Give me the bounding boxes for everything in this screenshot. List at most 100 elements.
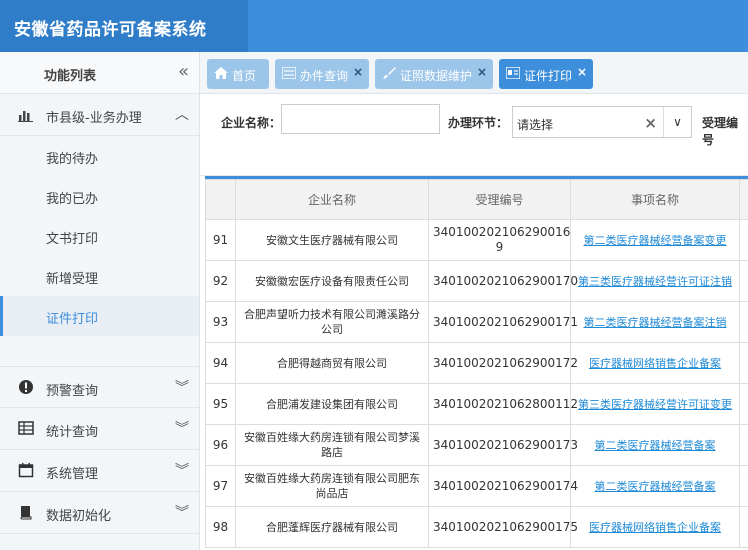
sidebar-item-done[interactable]: 我的已办	[0, 176, 199, 216]
tab-label: 证件打印	[524, 69, 573, 83]
item-name-link[interactable]: 第二类医疗器械经营备案	[595, 480, 716, 493]
company-name-input[interactable]	[281, 104, 440, 134]
sidebar-item-label: 我的待办	[46, 152, 99, 167]
close-tab-icon[interactable]: ×	[577, 65, 587, 79]
table-row[interactable]: 91 安徽文生医疗器械有限公司 340100202106290016​9 第二类医疗器…	[205, 219, 748, 261]
item-name-link[interactable]: 第三类医疗器械经营许可证变更	[578, 398, 732, 411]
accept-number-cell-container: 3401002021062900170	[428, 260, 578, 302]
table-header-row: 企业名称 受理编号 事项名称	[205, 179, 748, 220]
company-name-cell-container: 合肥浦发建设集团有限公司	[235, 383, 429, 425]
item-name-link-container: 第二类医疗器械经营备案	[570, 424, 740, 466]
sidebar-group-warning[interactable]: 预警查询 ︾	[0, 366, 199, 408]
chevron-down-icon: ︾	[175, 505, 189, 521]
table-row[interactable]: 97 安徽百姓缘大药房连锁有限公司肥东尚品店 3401002021062900174…	[205, 465, 748, 507]
company-name-cell: 安徽百姓缘大药房连锁有限公司梦溪路店	[244, 431, 420, 459]
tab-cert-print[interactable]: 证件打印 ×	[499, 59, 593, 89]
row-index-cell-container: 95	[205, 383, 236, 425]
company-name-cell-container: 合肥得越商贸有限公司	[235, 342, 429, 384]
extra-cell	[739, 260, 748, 302]
tab-bar: 首页 办件查询 × 证照数据维护 × 证件打印 ×	[200, 52, 748, 94]
title-bar: 安徽省药品许可备案系统	[0, 0, 248, 52]
sidebar-group-data-init[interactable]: 数据初始化 ︾	[0, 492, 199, 534]
company-name-cell: 安徽文生医疗器械有限公司	[266, 233, 398, 247]
chevron-down-icon[interactable]: ∨	[663, 107, 691, 137]
sidebar-group-business[interactable]: 市县级-业务办理 ︿	[0, 94, 199, 136]
column-header-extra	[739, 179, 748, 220]
app-header: 安徽省药品许可备案系统	[0, 0, 748, 52]
accept-number-cell-container: 3401002021062900174	[428, 465, 578, 507]
brush-icon	[382, 67, 396, 79]
accept-number-cell-container: 340100202106290016​9	[428, 219, 571, 261]
item-name-link[interactable]: 第三类医疗器械经营许可证注销	[578, 275, 732, 288]
accept-number-cell-container: 3401002021062900173	[428, 424, 578, 466]
table-row[interactable]: 94 合肥得越商贸有限公司 3401002021062900172 医疗器械网络销售企…	[205, 342, 748, 384]
book-icon	[18, 504, 34, 520]
item-name-link[interactable]: 第二类医疗器械经营备案注销	[584, 316, 727, 329]
row-index-cell: 98	[212, 519, 229, 534]
calendar-icon	[18, 462, 34, 478]
home-icon	[214, 67, 228, 79]
accept-number-cell: 3401002021062900175	[433, 519, 579, 534]
sidebar-item-label: 证件打印	[46, 312, 99, 327]
extra-cell	[739, 342, 748, 384]
row-index-cell: 93	[212, 314, 229, 329]
sidebar-group-label: 预警查询	[46, 384, 99, 399]
row-index-cell: 91	[212, 232, 229, 247]
column-header-index	[205, 179, 236, 220]
sidebar-item-label: 我的已办	[46, 192, 99, 207]
sidebar-group-system[interactable]: 系统管理 ︾	[0, 450, 199, 492]
row-index-cell: 96	[212, 437, 229, 452]
tab-case-query[interactable]: 办件查询 ×	[275, 59, 369, 89]
item-name-link[interactable]: 医疗器械网络销售企业备案	[589, 521, 721, 534]
extra-cell	[739, 301, 748, 343]
accept-number-cell: 3401002021062900171	[433, 314, 579, 329]
company-name-cell: 合肥声望听力技术有限公司濉溪路分公司	[244, 308, 420, 336]
table-grid-icon	[18, 420, 34, 436]
company-name-cell-container: 合肥蓬辉医疗器械有限公司	[235, 506, 429, 548]
column-header-company: 企业名称	[235, 179, 429, 220]
stage-select[interactable]: 请选择 × ∨	[512, 106, 692, 138]
accept-number-cell: 3401002021062900172	[433, 355, 579, 370]
row-index-cell-container: 96	[205, 424, 236, 466]
item-name-link[interactable]: 医疗器械网络销售企业备案	[589, 357, 721, 370]
table-body: 91 安徽文生医疗器械有限公司 340100202106290016​9 第二类医疗器…	[205, 219, 748, 548]
alert-circle-icon	[18, 379, 34, 395]
item-name-link-container: 医疗器械网络销售企业备案	[570, 342, 740, 384]
close-tab-icon[interactable]: ×	[353, 65, 363, 79]
table-row[interactable]: 92 安徽徽宏医疗设备有限责任公司 3401002021062900170 第三类医疗…	[205, 260, 748, 302]
stage-label: 办理环节：	[448, 116, 509, 130]
sidebar-group-stats[interactable]: 统计查询 ︾	[0, 408, 199, 450]
sidebar-item-new-accept[interactable]: 新增受理	[0, 256, 199, 296]
tab-license-maintain[interactable]: 证照数据维护 ×	[375, 59, 493, 89]
close-tab-icon[interactable]: ×	[477, 65, 487, 79]
results-table: 企业名称 受理编号 事项名称 91 安徽文生医疗器械有限公司 34010020210…	[205, 179, 748, 548]
sidebar-item-cert-print[interactable]: 证件打印	[0, 296, 199, 336]
accept-number-cell: 3401002021062900174	[433, 478, 579, 493]
company-name-cell-container: 安徽文生医疗器械有限公司	[235, 219, 429, 261]
sidebar-group-label: 市县级-业务办理	[46, 111, 142, 126]
tab-home[interactable]: 首页	[207, 59, 269, 89]
clear-icon[interactable]: ×	[644, 114, 657, 132]
sidebar-item-todo[interactable]: 我的待办	[0, 136, 199, 176]
company-name-cell: 安徽百姓缘大药房连锁有限公司肥东尚品店	[244, 472, 420, 500]
table-row[interactable]: 93 合肥声望听力技术有限公司濉溪路分公司 3401002021062900171 第…	[205, 301, 748, 343]
chevron-down-icon: ︾	[175, 380, 189, 396]
item-name-link[interactable]: 第二类医疗器械经营备案变更	[584, 234, 727, 247]
chevron-up-icon: ︿	[175, 107, 189, 123]
sidebar-item-label: 文书打印	[46, 232, 99, 247]
item-name-link[interactable]: 第二类医疗器械经营备案	[595, 439, 716, 452]
collapse-sidebar-icon[interactable]: «	[178, 61, 189, 82]
chevron-down-icon: ︾	[175, 421, 189, 437]
list-icon	[281, 66, 297, 80]
sidebar-item-doc-print[interactable]: 文书打印	[0, 216, 199, 256]
company-name-cell: 合肥浦发建设集团有限公司	[266, 397, 398, 411]
table-row[interactable]: 95 合肥浦发建设集团有限公司 3401002021062800112 第三类医疗器械…	[205, 383, 748, 425]
table-row[interactable]: 96 安徽百姓缘大药房连锁有限公司梦溪路店 3401002021062900173 第…	[205, 424, 748, 466]
sidebar-header: 功能列表 «	[0, 52, 199, 94]
extra-cell	[739, 383, 748, 425]
extra-cell	[739, 219, 748, 261]
accept-number-cell-container: 3401002021062900171	[428, 301, 578, 343]
table-row[interactable]: 98 合肥蓬辉医疗器械有限公司 3401002021062900175 医疗器械网络销…	[205, 506, 748, 548]
sidebar-title: 功能列表	[44, 69, 97, 84]
